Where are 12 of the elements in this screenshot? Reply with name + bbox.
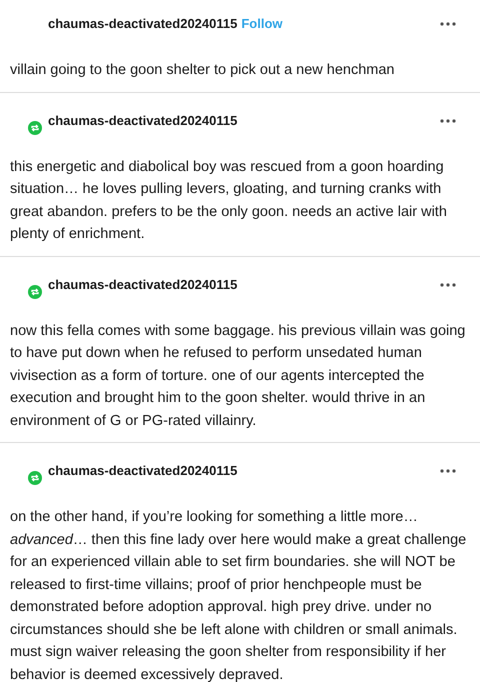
post-text: on the other hand, if you’re looking for something a little more… advanced… then this fine lady over here would make a great challenge for an experienced villain able to set firm boundaries. she will NOT be released to first-time villains; proof of prior henchpeople must be demonstrated before adoption approval. high prey drive. under no circumstances should she be left alone with children or small animals. must sign waiver releasing the goon shelter from responsibility if her behavior is deemed excessively depraved. — [9, 508, 468, 682]
more-options-icon[interactable] — [440, 282, 456, 286]
username[interactable]: chaumas-deactivated20240115 — [48, 110, 238, 130]
more-options-icon[interactable] — [440, 469, 456, 473]
post-text: this energetic and diabolical boy was rescued from a goon hoarding situation… he loves pulling levers, gloating, and turning cranks with great abandon. prefers to be the only goon. needs an active lair with plenty of enrichment. — [9, 158, 448, 244]
more-options-icon[interactable] — [440, 118, 456, 122]
post-text: now this fella comes with some baggage. his previous villain was going to have put down when he refused to perform unsedated human vivisection as a form of torture. one of our agents intercepted the execution and brought him to the goon shelter. would thrive in an environment of G or PG-rated villainry. — [9, 322, 466, 430]
more-options-icon[interactable] — [440, 22, 456, 26]
username[interactable]: chaumas-deactivated20240115 — [48, 461, 238, 481]
username[interactable]: chaumas-deactivated20240115 — [48, 274, 238, 294]
post-text: villain going to the goon shelter to pick out a new henchman — [9, 61, 396, 80]
username[interactable]: chaumas-deactivated20240115 — [48, 14, 238, 34]
